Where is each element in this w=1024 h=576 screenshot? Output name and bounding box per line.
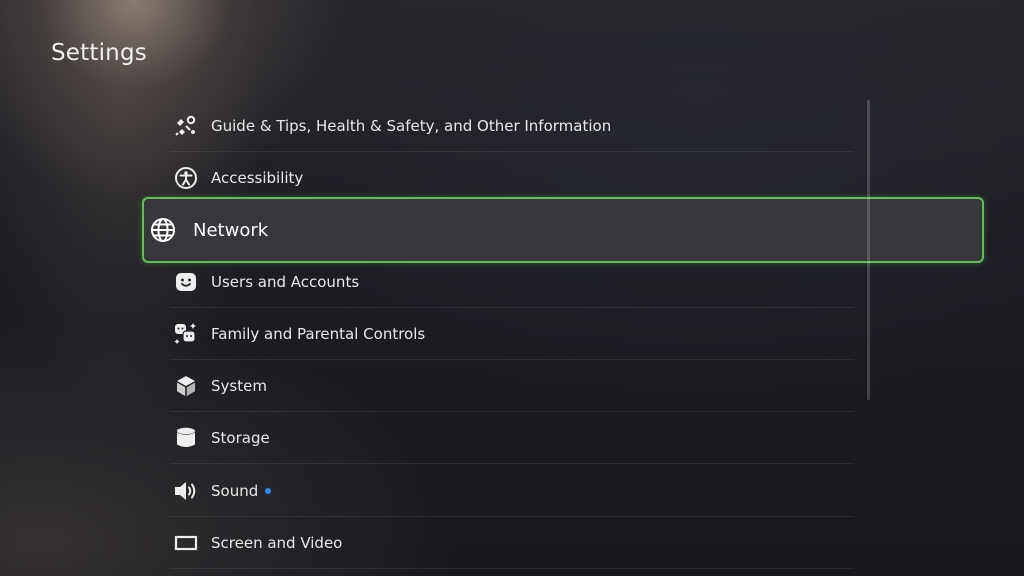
menu-item-family-parental[interactable]: Family and Parental Controls <box>170 308 854 360</box>
menu-item-label: Users and Accounts <box>211 272 360 291</box>
menu-item-label: Accessibility <box>211 168 304 187</box>
screen-icon <box>170 527 202 559</box>
settings-menu: Guide & Tips, Health & Safety, and Other… <box>0 0 1024 576</box>
user-face-icon <box>170 266 202 298</box>
storage-icon <box>170 422 202 454</box>
menu-item-sound[interactable]: Sound <box>170 465 854 517</box>
menu-item-label: Family and Parental Controls <box>211 324 426 343</box>
menu-item-network[interactable]: Network <box>142 197 984 263</box>
menu-item-label: Guide & Tips, Health & Safety, and Other… <box>211 116 612 135</box>
menu-item-guide-tips[interactable]: Guide & Tips, Health & Safety, and Other… <box>170 100 854 152</box>
menu-item-screen-video[interactable]: Screen and Video <box>170 517 854 569</box>
new-notification-dot <box>265 487 272 494</box>
speaker-icon <box>170 475 202 507</box>
menu-item-storage[interactable]: Storage <box>170 412 854 464</box>
scrollbar[interactable] <box>867 100 870 400</box>
menu-item-system[interactable]: System <box>170 360 854 412</box>
menu-item-label: Network <box>193 219 269 241</box>
cube-icon <box>170 370 202 402</box>
menu-item-label: Screen and Video <box>211 533 343 552</box>
family-icon <box>170 318 202 350</box>
menu-item-label: System <box>211 376 267 395</box>
globe-icon <box>146 213 180 247</box>
guide-icon <box>170 110 202 142</box>
accessibility-icon <box>170 162 202 194</box>
menu-item-users-accounts[interactable]: Users and Accounts <box>170 256 854 308</box>
settings-screen: Settings Guide & Tips, Health & Safety, … <box>0 0 1024 576</box>
menu-item-label: Sound <box>211 481 259 500</box>
menu-item-label: Storage <box>211 428 270 447</box>
